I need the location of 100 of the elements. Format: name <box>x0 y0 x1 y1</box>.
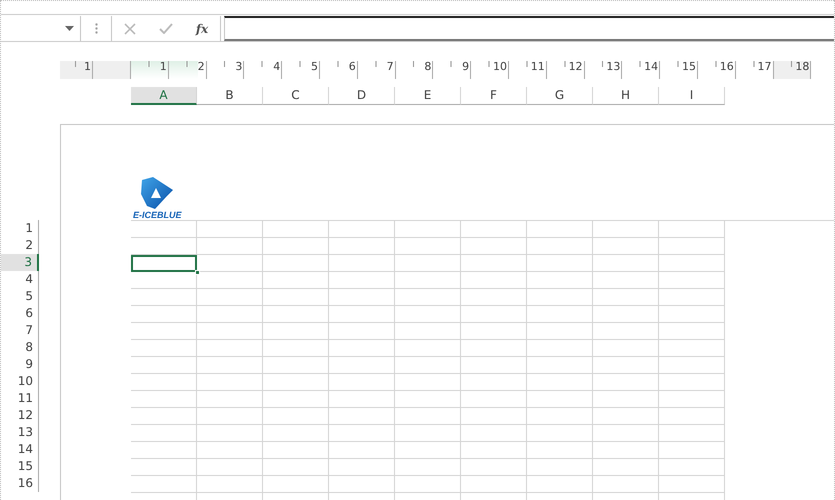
grid-cell[interactable] <box>197 272 263 289</box>
row-header[interactable]: 12 <box>1 407 39 424</box>
grid-cell[interactable] <box>593 425 659 442</box>
grid-cell[interactable] <box>263 323 329 340</box>
grid-cell[interactable] <box>263 357 329 374</box>
grid-cell[interactable] <box>659 340 725 357</box>
row-header[interactable]: 6 <box>1 305 39 322</box>
grid-cell[interactable] <box>329 459 395 476</box>
grid-cell[interactable] <box>527 306 593 323</box>
grid-cell[interactable] <box>197 289 263 306</box>
grid-cell[interactable] <box>659 306 725 323</box>
row-header[interactable]: 8 <box>1 339 39 356</box>
grid-cell[interactable] <box>263 374 329 391</box>
grid-cell[interactable] <box>659 357 725 374</box>
row-header[interactable]: 13 <box>1 424 39 441</box>
grid-cell[interactable] <box>395 391 461 408</box>
grid-cell[interactable] <box>263 221 329 238</box>
grid-cell[interactable] <box>527 357 593 374</box>
grid-cell[interactable] <box>527 476 593 493</box>
grid-cell[interactable] <box>593 391 659 408</box>
grid-cell[interactable] <box>659 408 725 425</box>
grid-cell[interactable] <box>593 306 659 323</box>
grid-cell[interactable] <box>461 442 527 459</box>
grid-cell[interactable] <box>131 357 197 374</box>
grid-cell[interactable] <box>263 442 329 459</box>
grid-cell[interactable] <box>527 459 593 476</box>
grid-cell[interactable] <box>263 340 329 357</box>
row-header[interactable]: 7 <box>1 322 39 339</box>
grid-cell[interactable] <box>131 306 197 323</box>
grid-cell[interactable] <box>527 221 593 238</box>
grid-cell[interactable] <box>527 289 593 306</box>
grid-cell[interactable] <box>197 306 263 323</box>
row-header[interactable]: 5 <box>1 288 39 305</box>
dropdown-caret-icon[interactable] <box>65 26 74 31</box>
grid-cell[interactable] <box>461 306 527 323</box>
grid-cell[interactable] <box>131 323 197 340</box>
grid-cell[interactable] <box>395 255 461 272</box>
grid-cell[interactable] <box>197 374 263 391</box>
row-header[interactable]: 4 <box>1 271 39 288</box>
grid-cell[interactable] <box>593 238 659 255</box>
column-header[interactable]: A <box>131 87 197 105</box>
grid-cell[interactable] <box>197 238 263 255</box>
grid-cell[interactable] <box>461 272 527 289</box>
grid-cell[interactable] <box>395 442 461 459</box>
grid-cell[interactable] <box>659 272 725 289</box>
grid-cell[interactable] <box>131 340 197 357</box>
grid-cell[interactable] <box>593 323 659 340</box>
row-header[interactable]: 3 <box>1 254 39 271</box>
grid-cell[interactable] <box>263 425 329 442</box>
grid-cell[interactable] <box>659 391 725 408</box>
grid-cell[interactable] <box>329 442 395 459</box>
grid-cell[interactable] <box>263 255 329 272</box>
grid-cell[interactable] <box>131 238 197 255</box>
grid-cell[interactable] <box>593 408 659 425</box>
grid-cell[interactable] <box>395 289 461 306</box>
row-header[interactable]: 16 <box>1 475 39 492</box>
grid-cell[interactable] <box>329 408 395 425</box>
grid-cell[interactable] <box>461 459 527 476</box>
grid-cell[interactable] <box>659 459 725 476</box>
row-header[interactable]: 14 <box>1 441 39 458</box>
grid-cell[interactable] <box>329 238 395 255</box>
grid-cell[interactable] <box>461 238 527 255</box>
grid-cell[interactable] <box>197 391 263 408</box>
grid-cell[interactable] <box>527 374 593 391</box>
grid-cell[interactable] <box>263 408 329 425</box>
grid-cell[interactable] <box>263 391 329 408</box>
grid-cell[interactable] <box>659 476 725 493</box>
grid-cell[interactable] <box>461 408 527 425</box>
grid-cell[interactable] <box>395 357 461 374</box>
grid-cell[interactable] <box>593 459 659 476</box>
grid-cell[interactable] <box>329 323 395 340</box>
grid-cell[interactable] <box>329 255 395 272</box>
grid-cell[interactable] <box>593 476 659 493</box>
grid-cell[interactable] <box>527 408 593 425</box>
grid-cell[interactable] <box>395 221 461 238</box>
grid-cell[interactable] <box>395 408 461 425</box>
fill-handle[interactable] <box>195 270 200 275</box>
grid-cell[interactable] <box>527 425 593 442</box>
grid-cell[interactable] <box>263 272 329 289</box>
grid-cell[interactable] <box>593 289 659 306</box>
grid-cell[interactable] <box>395 425 461 442</box>
column-header[interactable]: G <box>527 87 593 105</box>
grid-cell[interactable] <box>131 272 197 289</box>
column-header[interactable]: H <box>593 87 659 105</box>
grid-cell[interactable] <box>197 425 263 442</box>
grid-cell[interactable] <box>659 425 725 442</box>
grid-cell[interactable] <box>461 255 527 272</box>
grid-cell[interactable] <box>593 221 659 238</box>
grid-cell[interactable] <box>461 391 527 408</box>
grid-cell[interactable] <box>263 459 329 476</box>
grid-cell[interactable] <box>197 255 263 272</box>
grid-cell[interactable] <box>593 340 659 357</box>
grid-cell[interactable] <box>329 391 395 408</box>
grid-cell[interactable] <box>197 459 263 476</box>
grid-cell[interactable] <box>593 255 659 272</box>
grid-cell[interactable] <box>461 374 527 391</box>
grid-cell[interactable] <box>329 374 395 391</box>
grid-cell[interactable] <box>395 306 461 323</box>
grid-cell[interactable] <box>395 374 461 391</box>
grid-cell[interactable] <box>461 323 527 340</box>
